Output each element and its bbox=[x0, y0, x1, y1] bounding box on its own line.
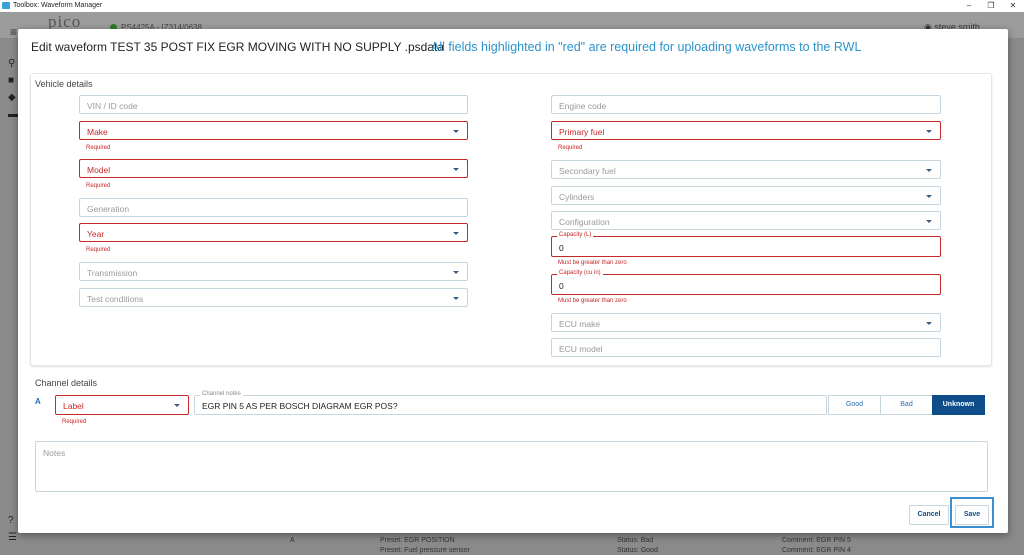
good-button[interactable]: Good bbox=[828, 395, 881, 415]
notes-textarea[interactable]: Notes bbox=[35, 441, 988, 492]
notes-placeholder: Notes bbox=[43, 448, 66, 458]
engine-code-placeholder: Engine code bbox=[559, 101, 607, 111]
background-waveform-list: A Preset: EGR POSITION Preset: Fuel pres… bbox=[0, 530, 1024, 555]
ecu-model-field[interactable]: ECU model bbox=[551, 338, 941, 357]
bg-preset-2: Preset: Fuel pressure sensor bbox=[380, 547, 470, 554]
channel-notes-label: Channel notes bbox=[200, 391, 243, 398]
chevron-down-icon bbox=[926, 220, 932, 223]
bg-status-1: Status: Bad bbox=[617, 537, 654, 544]
channel-letter: A bbox=[35, 397, 41, 406]
chevron-down-icon bbox=[453, 130, 459, 133]
channel-label-select[interactable]: Label bbox=[55, 395, 189, 415]
year-label: Year bbox=[87, 229, 105, 239]
capacity-l-label: Capacity (L) bbox=[557, 232, 594, 239]
vehicle-details-title: Vehicle details bbox=[35, 79, 93, 89]
capacity-l-value: 0 bbox=[559, 243, 564, 253]
app-icon bbox=[2, 2, 10, 9]
bad-button[interactable]: Bad bbox=[880, 395, 933, 415]
vin-field[interactable]: VIN / ID code bbox=[79, 95, 468, 114]
chevron-down-icon bbox=[453, 297, 459, 300]
cancel-button[interactable]: Cancel bbox=[909, 505, 949, 525]
chevron-down-icon bbox=[453, 271, 459, 274]
chevron-down-icon bbox=[926, 169, 932, 172]
chevron-down-icon bbox=[174, 404, 180, 407]
left-rail: ⚲ ■ ◆ ▬ bbox=[8, 55, 18, 123]
capacity-cu-label: Capacity (cu in) bbox=[557, 270, 603, 277]
configuration-select[interactable]: Configuration bbox=[551, 211, 941, 230]
bg-status-2: Status: Good bbox=[617, 547, 658, 554]
bg-comment-1: Comment: EGR PIN 5 bbox=[782, 537, 851, 544]
model-helper: Required bbox=[86, 183, 111, 189]
close-window-button[interactable]: ✕ bbox=[1002, 0, 1024, 12]
window-titlebar: Toolbox: Waveform Manager – ❐ ✕ bbox=[0, 0, 1024, 12]
hamburger-menu-icon[interactable]: ≡ bbox=[10, 25, 17, 39]
restore-button[interactable]: ❐ bbox=[980, 0, 1002, 12]
year-select[interactable]: Year bbox=[79, 223, 468, 242]
search-icon[interactable]: ⚲ bbox=[8, 55, 18, 72]
chevron-down-icon bbox=[453, 232, 459, 235]
channel-notes-field[interactable]: Channel notes EGR PIN 5 AS PER BOSCH DIA… bbox=[194, 391, 827, 415]
make-label: Make bbox=[87, 127, 108, 137]
secondary-fuel-label: Secondary fuel bbox=[559, 166, 616, 176]
save-button[interactable]: Save bbox=[955, 505, 989, 525]
year-helper: Required bbox=[86, 247, 111, 253]
primary-fuel-label: Primary fuel bbox=[559, 127, 605, 137]
chevron-down-icon bbox=[926, 195, 932, 198]
channel-notes-value: EGR PIN 5 AS PER BOSCH DIAGRAM EGR POS? bbox=[202, 401, 398, 411]
capacity-cu-field[interactable]: Capacity (cu in) 0 bbox=[551, 270, 941, 295]
edit-waveform-dialog: Edit waveform TEST 35 POST FIX EGR MOVIN… bbox=[18, 29, 1008, 533]
required-fields-note: All fields highlighted in "red" are requ… bbox=[431, 40, 862, 54]
channel-label-helper: Required bbox=[62, 419, 87, 425]
cylinders-label: Cylinders bbox=[559, 192, 595, 202]
test-conditions-select[interactable]: Test conditions bbox=[79, 288, 468, 307]
bg-preset-1: Preset: EGR POSITION bbox=[380, 537, 455, 544]
window-title: Toolbox: Waveform Manager bbox=[13, 2, 103, 9]
capacity-l-field[interactable]: Capacity (L) 0 bbox=[551, 232, 941, 257]
window-controls: – ❐ ✕ bbox=[958, 0, 1024, 12]
capacity-cu-value: 0 bbox=[559, 281, 564, 291]
bg-channel: A bbox=[290, 537, 295, 544]
make-helper: Required bbox=[86, 145, 111, 151]
channel-label-text: Label bbox=[63, 401, 84, 411]
model-select[interactable]: Model bbox=[79, 159, 468, 178]
chevron-down-icon bbox=[453, 168, 459, 171]
generation-field[interactable]: Generation bbox=[79, 198, 468, 217]
model-label: Model bbox=[87, 165, 111, 175]
primary-fuel-helper: Required bbox=[558, 145, 583, 151]
ecu-make-label: ECU make bbox=[559, 319, 601, 329]
help-icon[interactable]: ? bbox=[8, 512, 17, 529]
vin-placeholder: VIN / ID code bbox=[87, 101, 138, 111]
capacity-l-helper: Must be greater than zero bbox=[558, 260, 627, 266]
ecu-model-placeholder: ECU model bbox=[559, 344, 603, 354]
ecu-make-select[interactable]: ECU make bbox=[551, 313, 941, 332]
engine-code-field[interactable]: Engine code bbox=[551, 95, 941, 114]
primary-fuel-select[interactable]: Primary fuel bbox=[551, 121, 941, 140]
capacity-cu-helper: Must be greater than zero bbox=[558, 298, 627, 304]
generation-placeholder: Generation bbox=[87, 204, 130, 214]
channel-details-title: Channel details bbox=[35, 378, 98, 388]
bg-comment-2: Comment: EGR PIN 4 bbox=[782, 547, 851, 554]
minimize-button[interactable]: – bbox=[958, 0, 980, 12]
unknown-button[interactable]: Unknown bbox=[932, 395, 985, 415]
stack-icon[interactable]: ◆ bbox=[8, 89, 18, 106]
vehicle-icon[interactable]: ▬ bbox=[8, 106, 18, 123]
configuration-label: Configuration bbox=[559, 217, 610, 227]
transmission-select[interactable]: Transmission bbox=[79, 262, 468, 281]
chevron-down-icon bbox=[926, 322, 932, 325]
cylinders-select[interactable]: Cylinders bbox=[551, 186, 941, 205]
chevron-down-icon bbox=[926, 130, 932, 133]
dialog-title: Edit waveform TEST 35 POST FIX EGR MOVIN… bbox=[31, 40, 445, 54]
box-icon[interactable]: ■ bbox=[8, 72, 18, 89]
secondary-fuel-select[interactable]: Secondary fuel bbox=[551, 160, 941, 179]
test-conditions-label: Test conditions bbox=[87, 294, 144, 304]
transmission-label: Transmission bbox=[87, 268, 138, 278]
make-select[interactable]: Make bbox=[79, 121, 468, 140]
